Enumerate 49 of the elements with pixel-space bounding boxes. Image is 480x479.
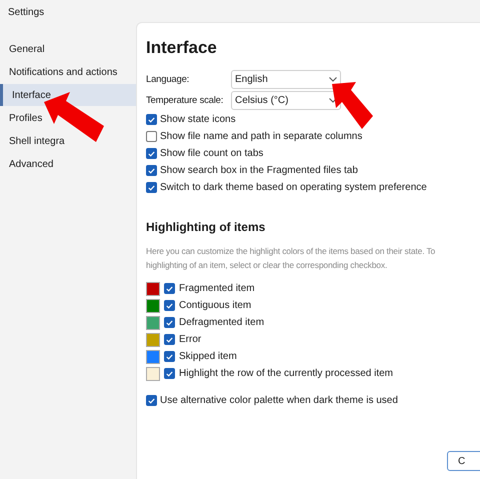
- checkbox[interactable]: [164, 317, 175, 328]
- color-swatch[interactable]: [146, 282, 160, 296]
- checkbox-label: Defragmented item: [179, 316, 264, 330]
- checkbox-label: Show search box in the Fragmented files tab: [160, 164, 358, 178]
- checkbox[interactable]: [164, 300, 175, 311]
- sidebar-item[interactable]: Interface: [0, 84, 136, 106]
- checkbox[interactable]: [164, 283, 175, 294]
- sidebar-item[interactable]: Shell integra: [0, 130, 136, 152]
- checkbox[interactable]: [146, 148, 157, 159]
- dropdown-value: English: [235, 73, 268, 87]
- description-text: Here you can customize the highlight colors of the items based on their state. To: [146, 245, 436, 258]
- section-heading: Highlighting of items: [146, 219, 266, 236]
- sidebar-item[interactable]: Notifications and actions: [0, 61, 136, 83]
- arrow-icon: [332, 82, 374, 130]
- field-label: Language:: [146, 74, 190, 86]
- chevron-down-icon: [329, 77, 337, 82]
- checkbox[interactable]: [146, 165, 157, 176]
- color-swatch[interactable]: [146, 350, 160, 364]
- dropdown-value: Celsius (°C): [235, 94, 288, 108]
- checkbox-label: Error: [179, 333, 202, 347]
- checkbox-label: Show file name and path in separate columns: [160, 130, 362, 144]
- description-text: highlighting of an item, select or clear the corresponding checkbox.: [146, 259, 388, 272]
- checkbox-label: Contiguous item: [179, 299, 252, 313]
- checkbox[interactable]: [146, 182, 157, 193]
- checkbox-label: Use alternative color palette when dark theme is used: [160, 394, 398, 408]
- checkbox-label: Show file count on tabs: [160, 147, 264, 161]
- window-title: Settings: [8, 6, 44, 20]
- checkbox[interactable]: [146, 114, 157, 125]
- sidebar-item[interactable]: General: [0, 38, 136, 60]
- color-swatch[interactable]: [146, 332, 160, 346]
- checkbox-label: Fragmented item: [179, 282, 255, 296]
- checkbox[interactable]: [164, 351, 175, 362]
- color-swatch[interactable]: [146, 316, 160, 330]
- button[interactable]: C: [447, 451, 480, 471]
- checkbox-label: Highlight the row of the currently processed item: [179, 367, 393, 381]
- checkbox[interactable]: [146, 131, 157, 142]
- field-label: Temperature scale:: [146, 94, 224, 106]
- checkbox[interactable]: [164, 368, 175, 379]
- color-swatch[interactable]: [146, 298, 160, 312]
- checkbox-label: Skipped item: [179, 350, 237, 364]
- sidebar-item[interactable]: Advanced: [0, 153, 136, 175]
- color-swatch[interactable]: [146, 366, 160, 380]
- page-title: Interface: [146, 37, 218, 59]
- sidebar-item[interactable]: Profiles: [0, 107, 136, 129]
- checkbox-label: Show state icons: [160, 113, 236, 127]
- checkbox[interactable]: [146, 395, 157, 406]
- checkbox[interactable]: [164, 334, 175, 345]
- dropdown[interactable]: English: [231, 70, 341, 89]
- checkbox-label: Switch to dark theme based on operating system preference: [160, 181, 427, 195]
